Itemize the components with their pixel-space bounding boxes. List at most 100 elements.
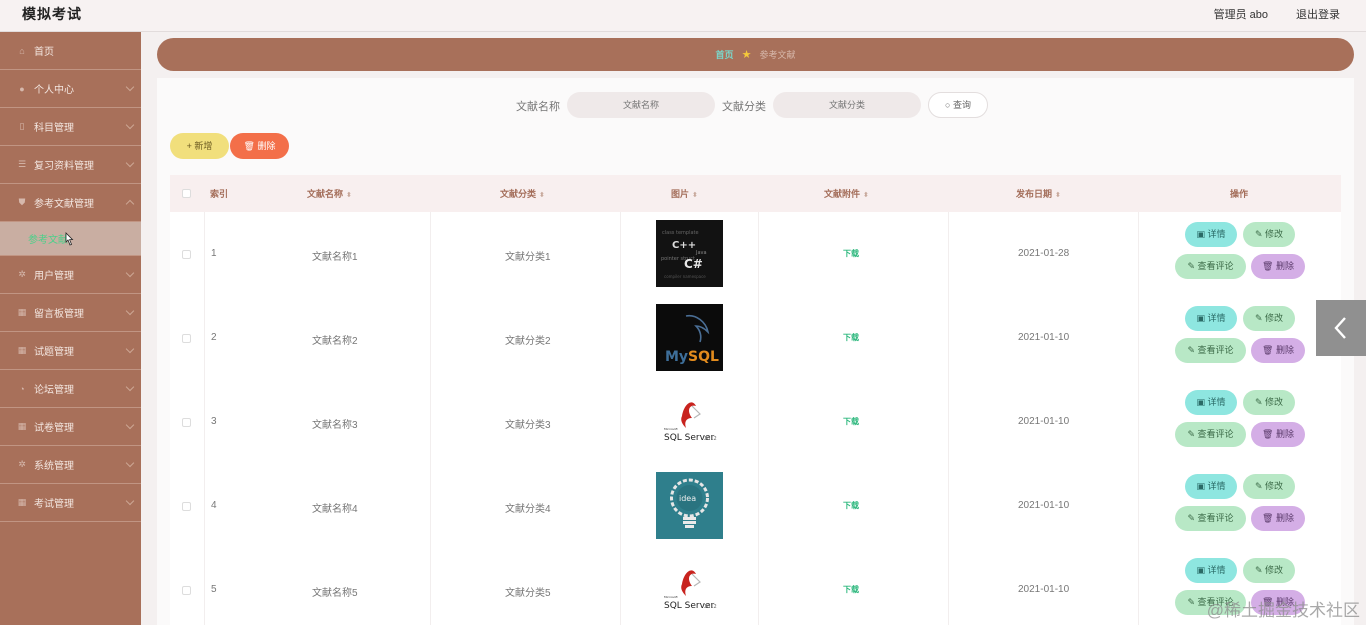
select-all-checkbox[interactable] <box>182 189 191 198</box>
view-comments-button[interactable]: ✎ 查看评论 <box>1175 254 1246 279</box>
edit-icon: ✎ <box>1254 313 1266 323</box>
references-table: 索引 文献名称 ⬍ 文献分类 ⬍ 图片 ⬍ 文献附件 ⬍ 发布日期 ⬍ 操作 1 文献名称… <box>170 175 1341 625</box>
query-button-label: 查询 <box>952 100 971 110</box>
mouse-cursor-icon <box>65 232 74 246</box>
star-icon: ★ <box>741 49 752 61</box>
detail-button[interactable]: ▣ 详情 <box>1185 390 1237 415</box>
trash-icon: 🗑 <box>1262 261 1276 271</box>
header-category-label: 文献分类 <box>500 189 537 199</box>
sidebar-item-label: 论坛管理 <box>34 385 74 396</box>
row-checkbox[interactable] <box>182 334 191 343</box>
sidebar-item-label: 复习资料管理 <box>34 161 94 172</box>
row-delete-button[interactable]: 🗑 删除 <box>1251 506 1305 531</box>
chevron-down-icon <box>125 344 135 354</box>
chevron-down-icon <box>125 82 135 92</box>
edit-icon: ✎ <box>1187 261 1198 271</box>
header-actions: 操作 <box>1230 189 1249 199</box>
edit-button[interactable]: ✎ 修改 <box>1243 222 1295 247</box>
sort-icon: ⬍ <box>1055 192 1061 199</box>
sidebar-item-exams[interactable]: ▦ 考试管理 <box>0 484 141 522</box>
row-checkbox[interactable] <box>182 586 191 595</box>
row-date: 2021-01-10 <box>1018 332 1070 343</box>
table-row: 3 文献名称3 文献分类3 Microsoft SQL Server 2012 … <box>170 380 1341 464</box>
row-category: 文献分类5 <box>505 588 551 599</box>
row-delete-button[interactable]: 🗑 删除 <box>1251 422 1305 447</box>
sidebar-item-users[interactable]: ✲ 用户管理 <box>0 256 141 294</box>
edit-button[interactable]: ✎ 修改 <box>1243 474 1295 499</box>
header-name[interactable]: 文献名称 ⬍ <box>307 187 352 200</box>
header-attachment[interactable]: 文献附件 ⬍ <box>824 187 869 200</box>
detail-button[interactable]: ▣ 详情 <box>1185 222 1237 247</box>
category-label: 文献分类 <box>722 101 766 113</box>
sidebar-item-label: 留言板管理 <box>34 309 84 320</box>
edit-icon: ✎ <box>1187 513 1198 523</box>
download-link[interactable]: 下载 <box>843 500 859 511</box>
breadcrumb-home[interactable]: 首页 <box>716 48 734 61</box>
download-link[interactable]: 下载 <box>843 248 859 259</box>
sidebar-item-review[interactable]: ☰ 复习资料管理 <box>0 146 141 184</box>
logout-link[interactable]: 退出登录 <box>1296 6 1340 22</box>
row-category: 文献分类4 <box>505 504 551 515</box>
view-comments-button[interactable]: ✎ 查看评论 <box>1175 506 1246 531</box>
sidebar-item-home[interactable]: ⌂ 首页 <box>0 32 141 70</box>
add-button[interactable]: + 新增 <box>170 133 229 159</box>
row-checkbox[interactable] <box>182 418 191 427</box>
edit-icon: ✎ <box>1187 597 1198 607</box>
name-search-input[interactable] <box>567 92 715 118</box>
top-bar: 模拟考试 管理员 abo 退出登录 <box>0 0 1366 32</box>
sidebar-item-references[interactable]: ⛊ 参考文献管理 <box>0 184 141 222</box>
edit-button[interactable]: ✎ 修改 <box>1243 390 1295 415</box>
table-row: 1 文献名称1 文献分类1 class template C++ Java po… <box>170 212 1341 296</box>
download-link[interactable]: 下载 <box>843 416 859 427</box>
trash-icon: 🗑 <box>1262 429 1276 439</box>
sidebar-item-forum[interactable]: ◔ 论坛管理 <box>0 370 141 408</box>
detail-label: 详情 <box>1207 229 1226 239</box>
download-link[interactable]: 下载 <box>843 584 859 595</box>
row-checkbox[interactable] <box>182 250 191 259</box>
detail-button[interactable]: ▣ 详情 <box>1185 474 1237 499</box>
row-delete-button[interactable]: 🗑 删除 <box>1251 338 1305 363</box>
chevron-down-icon <box>125 120 135 130</box>
delete-selected-button[interactable]: 🗑 删除 <box>230 133 289 159</box>
collapse-panel-button[interactable] <box>1316 300 1366 356</box>
category-search-input[interactable] <box>773 92 921 118</box>
sidebar-item-profile[interactable]: ● 个人中心 <box>0 70 141 108</box>
header-date[interactable]: 发布日期 ⬍ <box>1016 187 1061 200</box>
table-row: 5 文献名称5 文献分类5 Microsoft SQL Server 2012 … <box>170 548 1341 625</box>
header-image[interactable]: 图片 ⬍ <box>671 187 698 200</box>
row-checkbox[interactable] <box>182 502 191 511</box>
edit-icon: ✎ <box>1254 397 1266 407</box>
sidebar-subitem-references[interactable]: 参考文献 <box>0 222 141 256</box>
sidebar-item-system[interactable]: ✲ 系统管理 <box>0 446 141 484</box>
sidebar-item-messages[interactable]: ▦ 留言板管理 <box>0 294 141 332</box>
cpp-word-cloud-image: class template C++ Java pointer struct C… <box>656 220 723 287</box>
trash-icon: 🗑 <box>243 141 255 151</box>
app-title: 模拟考试 <box>22 6 82 22</box>
header-attachment-label: 文献附件 <box>824 189 861 199</box>
detail-button[interactable]: ▣ 详情 <box>1185 306 1237 331</box>
view-comments-button[interactable]: ✎ 查看评论 <box>1175 338 1246 363</box>
row-delete-button[interactable]: 🗑 删除 <box>1251 254 1305 279</box>
edit-button[interactable]: ✎ 修改 <box>1243 558 1295 583</box>
document-icon: ▣ <box>1196 397 1208 407</box>
download-link[interactable]: 下载 <box>843 332 859 343</box>
sidebar-item-questions[interactable]: ▦ 试题管理 <box>0 332 141 370</box>
sidebar-item-label: 科目管理 <box>34 123 74 134</box>
query-button[interactable]: ○ 查询 <box>928 92 988 118</box>
sidebar-item-papers[interactable]: ▦ 试卷管理 <box>0 408 141 446</box>
detail-button[interactable]: ▣ 详情 <box>1185 558 1237 583</box>
cog-icon: ✲ <box>18 269 26 279</box>
row-name: 文献名称5 <box>312 588 358 599</box>
delete-label: 删除 <box>1275 261 1294 271</box>
header-category[interactable]: 文献分类 ⬍ <box>500 187 545 200</box>
row-category: 文献分类1 <box>505 252 551 263</box>
edit-icon: ✎ <box>1254 481 1266 491</box>
view-comments-button[interactable]: ✎ 查看评论 <box>1175 422 1246 447</box>
edit-button[interactable]: ✎ 修改 <box>1243 306 1295 331</box>
sort-icon: ⬍ <box>692 192 698 199</box>
admin-label: 管理员 abo <box>1213 9 1268 21</box>
svg-text:2012: 2012 <box>704 604 717 610</box>
svg-text:compiler namespace: compiler namespace <box>664 274 706 279</box>
svg-text:Microsoft: Microsoft <box>664 595 678 599</box>
sidebar-item-subjects[interactable]: ▯ 科目管理 <box>0 108 141 146</box>
